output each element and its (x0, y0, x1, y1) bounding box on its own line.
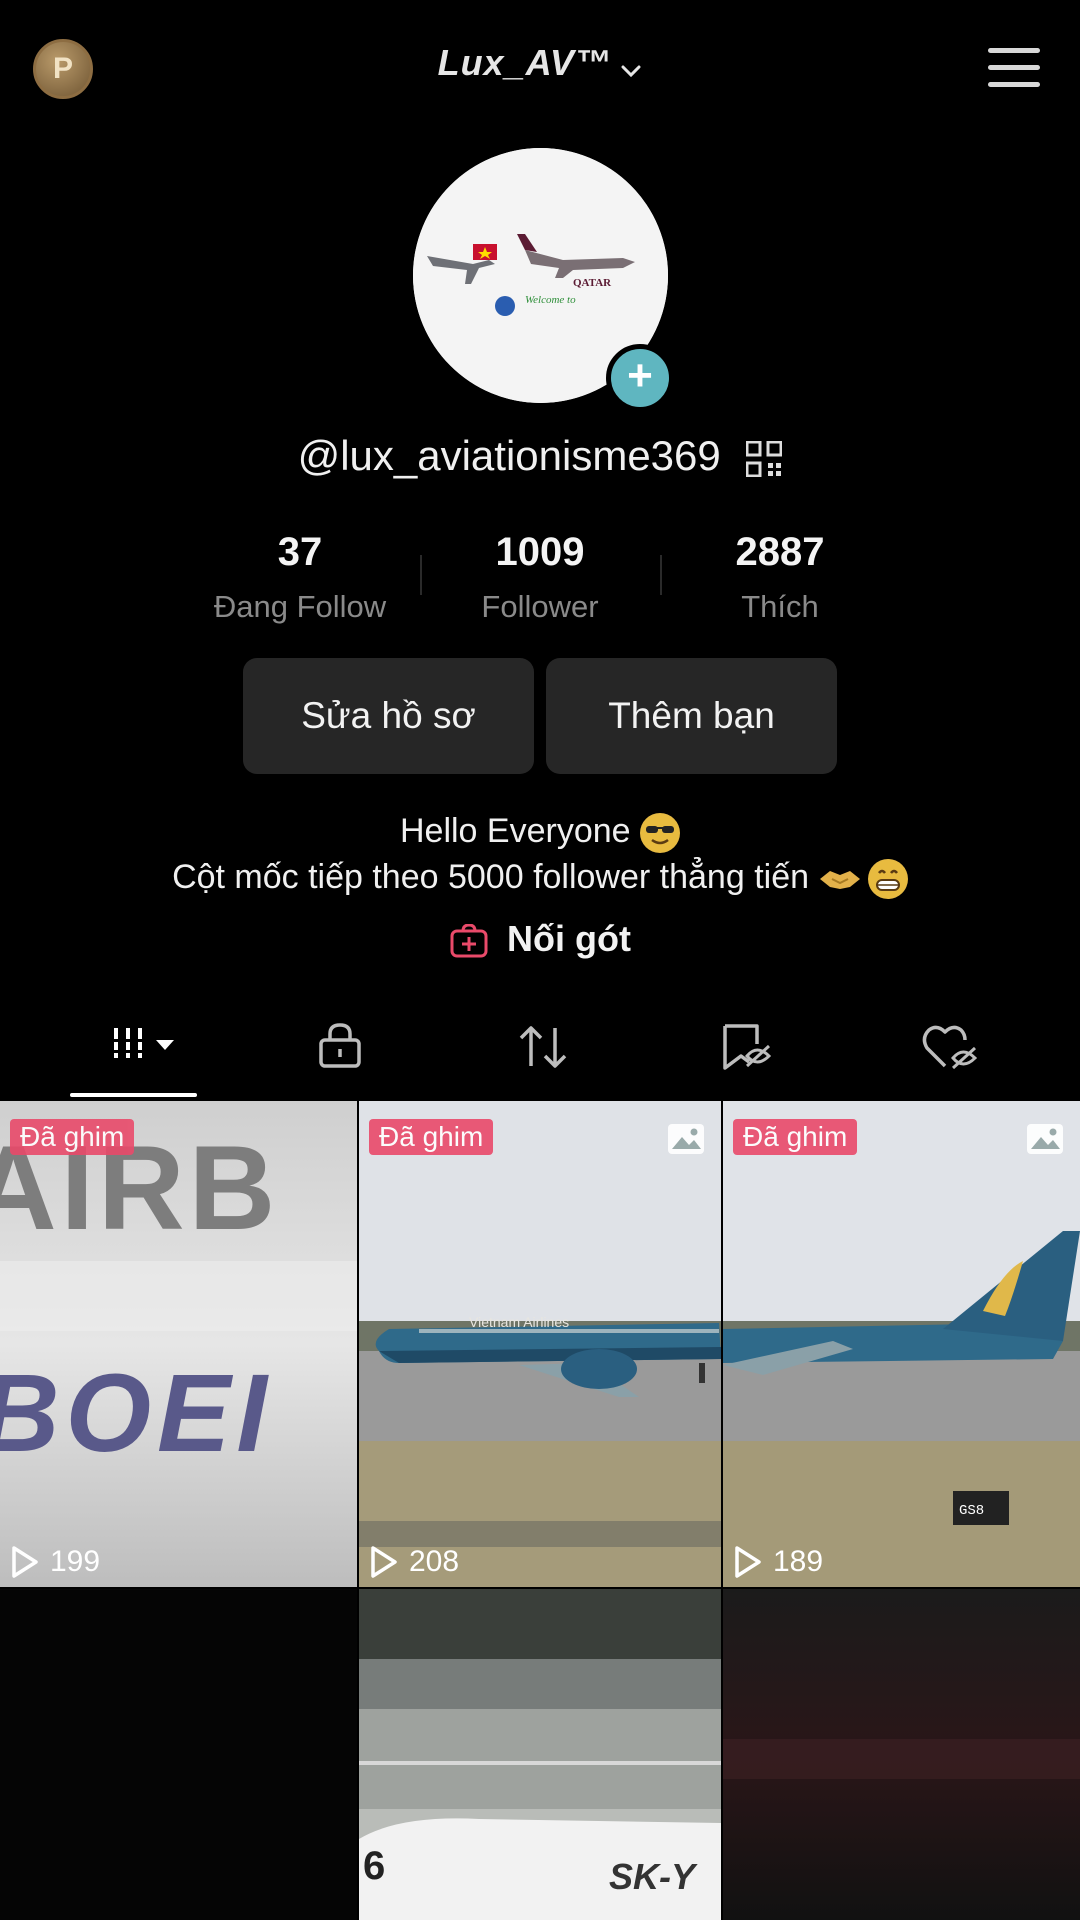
svg-text:QATAR: QATAR (573, 277, 612, 289)
tab-videos[interactable] (65, 1010, 205, 1090)
qr-code-icon[interactable] (746, 440, 783, 477)
svg-text:Welcome to: Welcome to (525, 294, 576, 306)
active-tab-indicator (70, 1093, 197, 1097)
add-story-button[interactable]: + (606, 344, 674, 412)
video-thumbnail[interactable] (0, 1589, 357, 1920)
content-tabs (0, 1010, 1080, 1100)
menu-icon[interactable] (988, 48, 1040, 88)
grinning-emoji-icon (867, 859, 908, 900)
chevron-down-icon (621, 65, 641, 77)
photo-icon (1027, 1124, 1063, 1154)
video-thumbnail[interactable]: SK-Y 6 (359, 1589, 721, 1920)
tab-liked[interactable] (876, 1010, 1016, 1090)
play-icon (735, 1546, 761, 1578)
svg-text:BOEI: BOEI (0, 1352, 273, 1475)
bio-line-1: Hello Everyone (0, 812, 1080, 854)
video-thumbnail[interactable]: GS8 Đã ghim 189 (723, 1101, 1080, 1587)
stat-value: 2887 (735, 530, 825, 574)
shop-bag-icon (450, 924, 488, 958)
svg-text:SK-Y: SK-Y (609, 1856, 698, 1897)
username-row: @lux_aviationisme369 (0, 432, 1080, 480)
username: @lux_aviationisme369 (297, 432, 721, 479)
grid-icon (114, 1028, 174, 1058)
stat-label: Đang Follow (213, 589, 387, 624)
stat-label: Thích (741, 589, 819, 624)
tab-saved[interactable] (674, 1010, 814, 1090)
vietnam-airlines-plane-image: Vietnam Airlines (359, 1101, 721, 1587)
vietnam-airlines-tail-image: GS8 (723, 1101, 1080, 1587)
view-count-value: 199 (50, 1545, 101, 1578)
stat-following[interactable]: 37 Đang Follow (180, 530, 420, 625)
view-count-value: 189 (773, 1545, 824, 1578)
bookmark-icon (723, 1024, 772, 1070)
bio-line-2: Cột mốc tiếp theo 5000 follower thẳng ti… (0, 858, 1080, 900)
view-count: 199 (10, 1545, 100, 1579)
svg-text:GS8: GS8 (959, 1503, 984, 1519)
video-thumbnail[interactable]: Vietnam Airlines Đã ghim 208 (359, 1101, 721, 1587)
airbus-boeing-thumbnail-image: AIRB BOEI (0, 1101, 357, 1587)
pinned-badge: Đã ghim (733, 1119, 858, 1155)
bio-text: Cột mốc tiếp theo 5000 follower thẳng ti… (172, 858, 810, 896)
stat-followers[interactable]: 1009 Follower (420, 530, 660, 625)
pinned-badge: Đã ghim (10, 1119, 135, 1155)
add-friend-button[interactable]: Thêm bạn (546, 658, 837, 774)
svg-text:6: 6 (363, 1844, 385, 1888)
top-bar: P Lux_AV™ (0, 0, 1080, 140)
liked-icon (922, 1025, 978, 1070)
view-count: 208 (369, 1545, 459, 1579)
lock-icon (319, 1023, 361, 1068)
view-count-value: 208 (409, 1545, 460, 1578)
view-count: 189 (733, 1545, 823, 1579)
edit-profile-button[interactable]: Sửa hồ sơ (243, 658, 534, 774)
tab-reposts[interactable] (470, 1010, 610, 1090)
video-thumbnail[interactable] (723, 1589, 1080, 1920)
stat-value: 37 (277, 530, 323, 574)
account-switcher[interactable]: Lux_AV™ (0, 42, 1080, 84)
pinned-badge: Đã ghim (369, 1119, 494, 1155)
photo-icon (668, 1124, 704, 1154)
account-title: Lux_AV™ (437, 42, 612, 83)
dark-video-thumbnail-image (723, 1589, 1080, 1920)
handshake-emoji-icon (818, 859, 861, 899)
stat-value: 1009 (495, 530, 585, 574)
stat-likes[interactable]: 2887 Thích (660, 530, 900, 625)
video-thumbnail[interactable]: AIRB BOEI Đã ghim 199 (0, 1101, 357, 1587)
repost-icon (519, 1026, 567, 1068)
profile-stats: 37 Đang Follow 1009 Follower 2887 Thích (180, 530, 900, 630)
video-grid: AIRB BOEI Đã ghim 199 Vietnam Airlines Đ… (0, 1101, 1080, 1920)
showcase-label: Nối gót (507, 918, 631, 959)
svg-text:Vietnam Airlines: Vietnam Airlines (469, 1314, 569, 1330)
tab-private[interactable] (270, 1010, 410, 1090)
showcase-link[interactable]: Nối gót (0, 918, 1080, 960)
bio-text: Hello Everyone (399, 812, 631, 850)
play-icon (12, 1546, 38, 1578)
sunglasses-emoji-icon (640, 813, 680, 854)
stat-label: Follower (481, 589, 599, 624)
skymark-plane-image: SK-Y 6 (359, 1589, 721, 1920)
play-icon (371, 1546, 397, 1578)
